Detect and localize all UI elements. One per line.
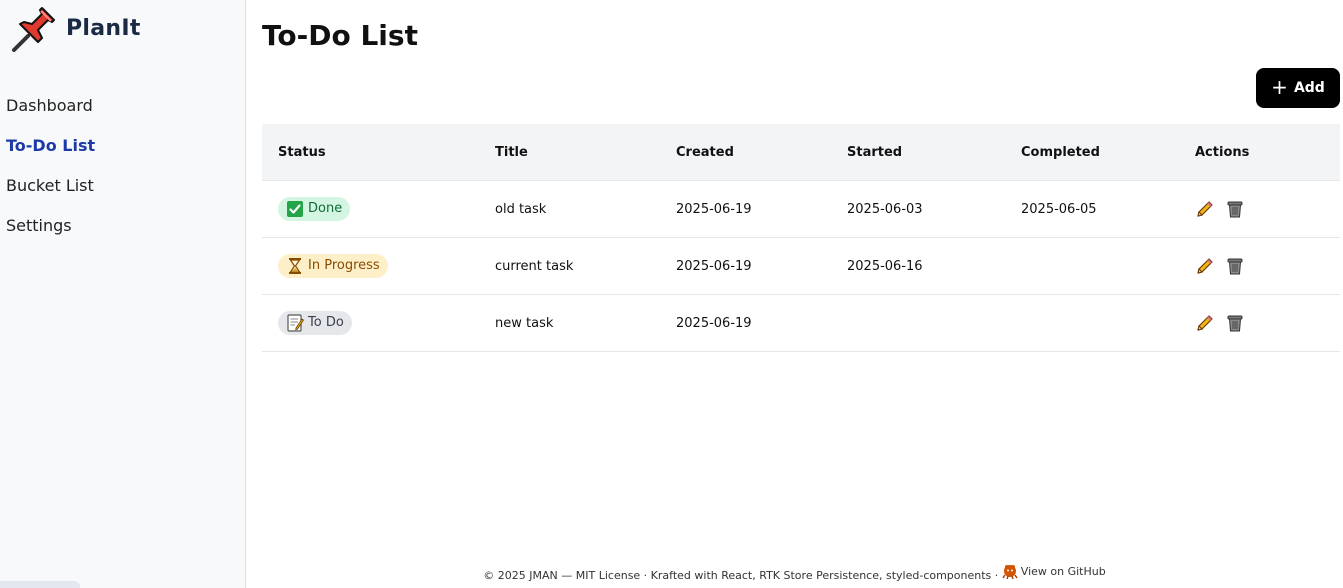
- column-header-started: Started: [847, 144, 903, 160]
- table-header: Status Title Created Started Completed A…: [262, 124, 1340, 181]
- status-label: To Do: [308, 315, 344, 330]
- sidebar: PlanIt Dashboard To-Do List Bucket List …: [0, 0, 246, 588]
- footer: © 2025 JMAN — MIT License · Krafted with…: [246, 563, 1343, 583]
- title-cell: old task: [495, 201, 547, 217]
- created-cell: 2025-06-19: [676, 315, 752, 331]
- actions-cell: [1195, 256, 1340, 276]
- app-root: PlanIt Dashboard To-Do List Bucket List …: [0, 0, 1343, 588]
- pushpin-icon: [12, 7, 55, 52]
- column-header-title: Title: [495, 144, 528, 160]
- actions-cell: [1195, 199, 1340, 219]
- add-button-label: Add: [1293, 80, 1325, 96]
- status-badge: In Progress: [278, 253, 388, 278]
- pencil-icon[interactable]: [1195, 199, 1215, 219]
- status-cell: Done: [262, 196, 495, 222]
- trash-icon[interactable]: [1225, 199, 1245, 219]
- todo-table: Status Title Created Started Completed A…: [262, 124, 1340, 352]
- pencil-icon[interactable]: [1195, 313, 1215, 333]
- brand[interactable]: [8, 4, 62, 56]
- trash-icon[interactable]: [1225, 256, 1245, 276]
- column-header-created: Created: [676, 144, 734, 160]
- status-badge: To Do: [278, 310, 352, 335]
- column-header-completed: Completed: [1021, 144, 1100, 160]
- status-cell: To Do: [262, 310, 495, 336]
- status-cell: In Progress: [262, 253, 495, 279]
- column-header-status: Status: [278, 144, 326, 160]
- github-link-label: View on GitHub: [1020, 564, 1106, 578]
- actions-cell: [1195, 313, 1340, 333]
- github-link[interactable]: View on GitHub: [1002, 563, 1106, 579]
- table-row: In Progress current task 2025-06-19 2025…: [262, 238, 1340, 295]
- sidebar-item-settings[interactable]: Settings: [6, 214, 95, 254]
- table-row: To Do new task 2025-06-19: [262, 295, 1340, 352]
- octocat-icon: [1002, 565, 1018, 579]
- title-cell: new task: [495, 315, 554, 331]
- created-cell: 2025-06-19: [676, 258, 752, 274]
- memo-icon: [287, 313, 304, 332]
- footer-text: © 2025 JMAN — MIT License · Krafted with…: [483, 569, 999, 582]
- started-cell: 2025-06-16: [847, 258, 923, 274]
- status-label: Done: [308, 201, 343, 216]
- sidebar-nav: Dashboard To-Do List Bucket List Setting…: [6, 94, 95, 254]
- add-button[interactable]: + Add: [1256, 68, 1340, 108]
- column-header-actions: Actions: [1195, 144, 1250, 160]
- table-row: Done old task 2025-06-19 2025-06-03 2025…: [262, 181, 1340, 238]
- created-cell: 2025-06-19: [676, 201, 752, 217]
- sidebar-footer-element: [0, 581, 80, 588]
- sidebar-item-todo-list[interactable]: To-Do List: [6, 134, 95, 174]
- main-content: To-Do List + Add Status Title Created St…: [246, 0, 1343, 588]
- title-cell: current task: [495, 258, 574, 274]
- completed-cell: 2025-06-05: [1021, 201, 1097, 217]
- plus-icon: +: [1271, 75, 1288, 99]
- sidebar-item-dashboard[interactable]: Dashboard: [6, 94, 95, 134]
- sidebar-item-bucket-list[interactable]: Bucket List: [6, 174, 95, 214]
- brand-name: PlanIt: [66, 16, 141, 41]
- pencil-icon[interactable]: [1195, 256, 1215, 276]
- started-cell: 2025-06-03: [847, 201, 923, 217]
- status-badge: Done: [278, 196, 351, 221]
- page-title: To-Do List: [262, 19, 418, 52]
- check-box-icon: [287, 200, 303, 217]
- status-label: In Progress: [308, 258, 380, 273]
- trash-icon[interactable]: [1225, 313, 1245, 333]
- hourglass-icon: [289, 257, 301, 274]
